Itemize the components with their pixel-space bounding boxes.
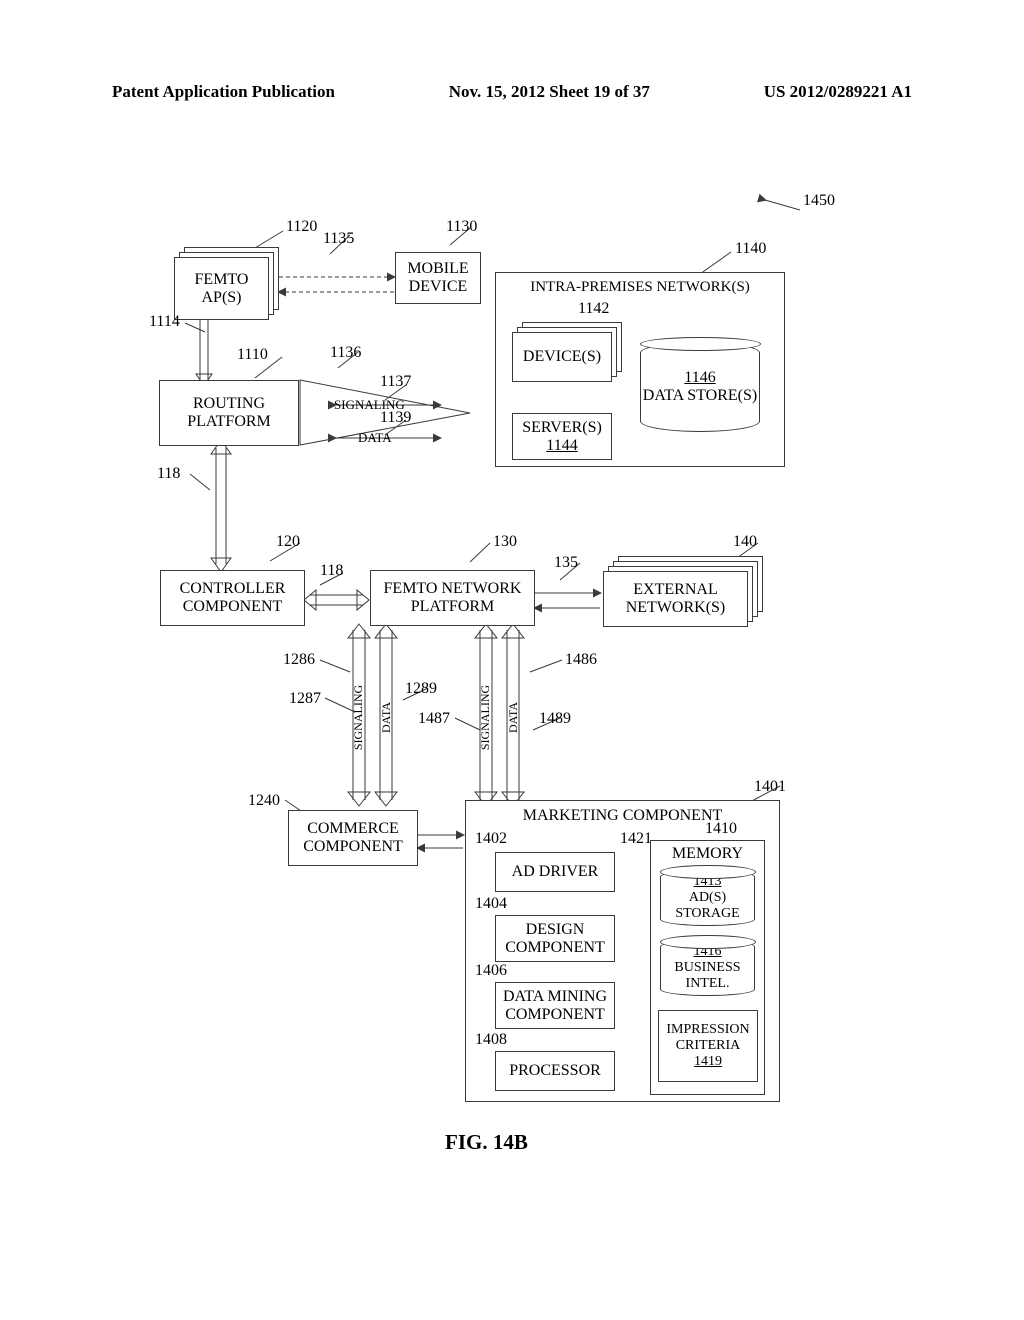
ref-1289: 1289 xyxy=(405,680,437,698)
servers-box: SERVER(S) 1144 xyxy=(512,413,612,460)
ref-1114: 1114 xyxy=(149,313,180,331)
ref-1421: 1421 xyxy=(620,830,652,848)
ref-1401: 1401 xyxy=(754,778,786,796)
ref-1410: 1410 xyxy=(705,820,737,838)
external-label: EXTERNAL NETWORK(S) xyxy=(604,581,747,617)
ref-1130: 1130 xyxy=(446,218,477,236)
connectors xyxy=(0,0,1024,1320)
page-header: Patent Application Publication Nov. 15, … xyxy=(112,82,912,102)
ref-1137: 1137 xyxy=(380,373,411,391)
ref-1419: 1419 xyxy=(694,1054,722,1070)
memory-label: MEMORY xyxy=(672,845,743,863)
commerce-box: COMMERCE COMPONENT xyxy=(288,810,418,866)
ad-driver-label: AD DRIVER xyxy=(512,863,599,881)
ref-1408: 1408 xyxy=(475,1031,507,1049)
ads-storage-cyl: 1413 AD(S) STORAGE xyxy=(660,870,755,926)
intra-premises-label: INTRA-PREMISES NETWORK(S) xyxy=(530,279,750,296)
femto-ap-label: FEMTO AP(S) xyxy=(175,271,268,307)
mobile-device-box: MOBILE DEVICE xyxy=(395,252,481,304)
ref-1120: 1120 xyxy=(286,218,317,236)
routing-platform-box: ROUTING PLATFORM xyxy=(159,380,299,446)
femto-platform-box: FEMTO NETWORK PLATFORM xyxy=(370,570,535,626)
data-mining-box: DATA MINING COMPONENT xyxy=(495,982,615,1029)
figure-caption: FIG. 14B xyxy=(445,1130,528,1155)
ref-1286: 1286 xyxy=(283,651,315,669)
header-middle: Nov. 15, 2012 Sheet 19 of 37 xyxy=(449,82,650,102)
devices-box: DEVICE(S) xyxy=(512,332,612,382)
ref-1287: 1287 xyxy=(289,690,321,708)
controller-label: CONTROLLER COMPONENT xyxy=(161,580,304,616)
ref-1406: 1406 xyxy=(475,962,507,980)
femto-ap-box: FEMTO AP(S) xyxy=(174,257,269,320)
ref-140: 140 xyxy=(733,533,757,551)
controller-box: CONTROLLER COMPONENT xyxy=(160,570,305,626)
impression-label: IMPRESSION CRITERIA xyxy=(659,1022,757,1054)
data-mining-label: DATA MINING COMPONENT xyxy=(496,988,614,1024)
ref-1489: 1489 xyxy=(539,710,571,728)
ad-driver-box: AD DRIVER xyxy=(495,852,615,892)
header-left: Patent Application Publication xyxy=(112,82,335,102)
ref-1240: 1240 xyxy=(248,792,280,810)
processor-label: PROCESSOR xyxy=(509,1062,601,1080)
data-store-cyl: 1146 DATA STORE(S) xyxy=(640,342,760,432)
signaling-left: SIGNALING xyxy=(351,685,366,750)
ref-1142: 1142 xyxy=(578,300,609,318)
devices-label: DEVICE(S) xyxy=(523,348,601,366)
ref-135: 135 xyxy=(554,554,578,572)
ref-1136: 1136 xyxy=(330,344,361,362)
impression-box: IMPRESSION CRITERIA 1419 xyxy=(658,1010,758,1082)
ref-1402: 1402 xyxy=(475,830,507,848)
business-intel-cyl: 1416 BUSINESS INTEL. xyxy=(660,940,755,996)
ref-1135: 1135 xyxy=(323,230,354,248)
data-1: DATA xyxy=(358,430,392,446)
servers-label: SERVER(S) xyxy=(522,419,602,437)
commerce-label: COMMERCE COMPONENT xyxy=(289,820,417,856)
ref-1140: 1140 xyxy=(735,240,766,258)
page: Patent Application Publication Nov. 15, … xyxy=(0,0,1024,1320)
header-right: US 2012/0289221 A1 xyxy=(764,82,912,102)
processor-box: PROCESSOR xyxy=(495,1051,615,1091)
ref-1144: 1144 xyxy=(546,437,577,455)
ref-1486: 1486 xyxy=(565,651,597,669)
ref-1146: 1146 xyxy=(684,369,715,387)
marketing-label: MARKETING COMPONENT xyxy=(523,807,723,825)
ref-1110: 1110 xyxy=(237,346,268,364)
ref-1450: 1450 xyxy=(803,192,835,210)
ref-1487: 1487 xyxy=(418,710,450,728)
business-intel-label: BUSINESS INTEL. xyxy=(661,960,754,992)
data-left: DATA xyxy=(379,702,394,733)
ads-storage-label: AD(S) STORAGE xyxy=(661,890,754,922)
ref-130: 130 xyxy=(493,533,517,551)
external-box: EXTERNAL NETWORK(S) xyxy=(603,571,748,627)
data-right: DATA xyxy=(506,702,521,733)
routing-platform-label: ROUTING PLATFORM xyxy=(160,395,298,431)
femto-platform-label: FEMTO NETWORK PLATFORM xyxy=(371,580,534,616)
ref-1413: 1413 xyxy=(694,874,722,890)
data-store-label: DATA STORE(S) xyxy=(643,387,757,405)
signaling-right: SIGNALING xyxy=(478,685,493,750)
design-label: DESIGN COMPONENT xyxy=(496,921,614,957)
ref-1416: 1416 xyxy=(694,944,722,960)
ref-118b: 118 xyxy=(320,562,343,580)
ref-118a: 118 xyxy=(157,465,180,483)
design-box: DESIGN COMPONENT xyxy=(495,915,615,962)
mobile-device-label: MOBILE DEVICE xyxy=(396,260,480,296)
ref-1139: 1139 xyxy=(380,409,411,427)
ref-120: 120 xyxy=(276,533,300,551)
ref-1404: 1404 xyxy=(475,895,507,913)
